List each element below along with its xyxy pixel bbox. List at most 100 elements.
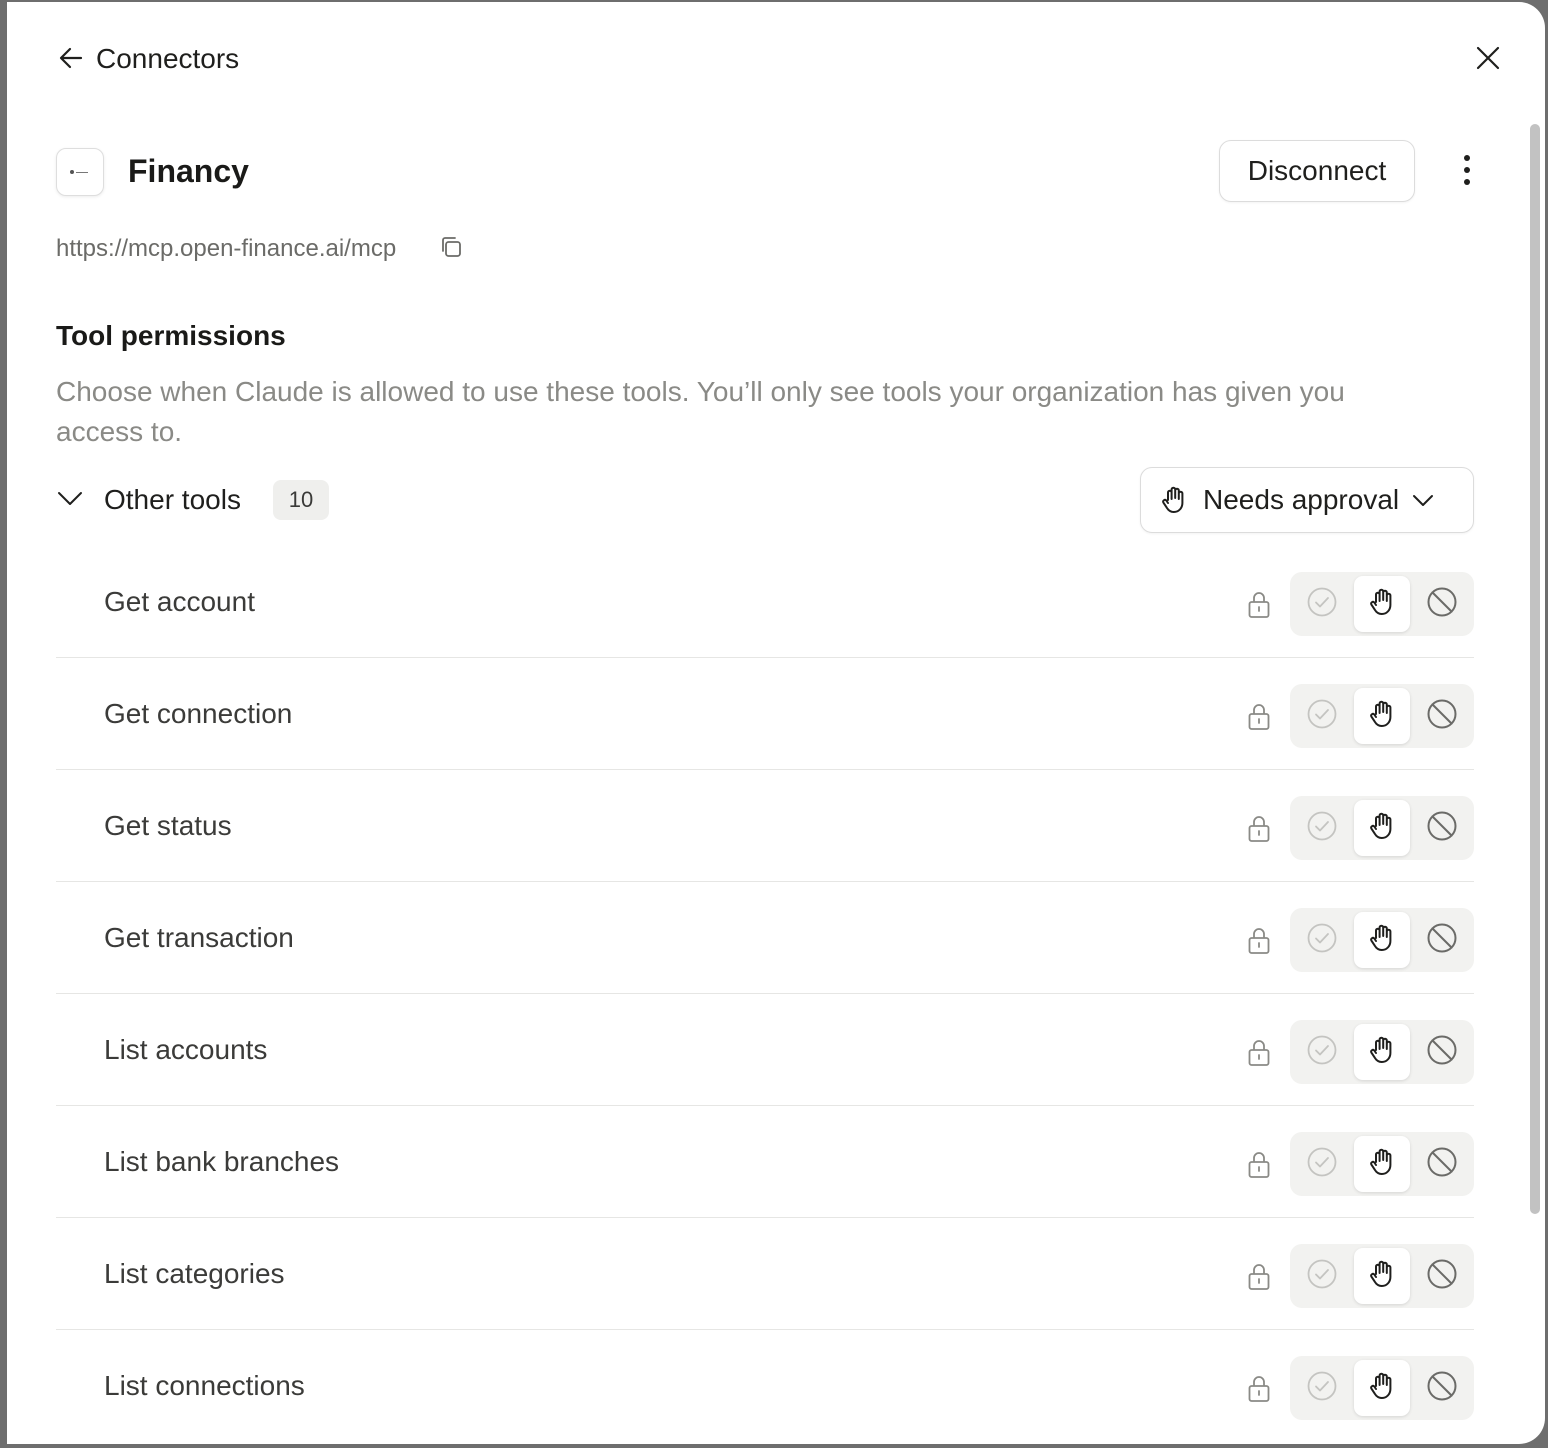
block-icon (1426, 1146, 1458, 1183)
needs-approval-button[interactable] (1354, 800, 1410, 856)
always-allow-button[interactable] (1294, 1248, 1350, 1304)
lock-icon (1246, 1038, 1272, 1068)
always-allow-button[interactable] (1294, 800, 1350, 856)
needs-approval-button[interactable] (1354, 1360, 1410, 1416)
lock-icon (1246, 590, 1272, 620)
tool-name: List connections (104, 1370, 305, 1401)
check-circle-icon (1306, 698, 1338, 735)
block-button[interactable] (1414, 1136, 1470, 1192)
block-icon (1426, 810, 1458, 847)
tool-name: Get transaction (104, 922, 294, 953)
block-icon (1426, 586, 1458, 623)
permission-segmented-control (1290, 1020, 1474, 1084)
block-button[interactable] (1414, 800, 1470, 856)
always-allow-button[interactable] (1294, 576, 1350, 632)
lock-icon (1246, 1150, 1272, 1180)
block-button[interactable] (1414, 576, 1470, 632)
always-allow-button[interactable] (1294, 1024, 1350, 1080)
tool-row: List categories (56, 1218, 1474, 1330)
check-circle-icon (1306, 1146, 1338, 1183)
permission-segmented-control (1290, 1356, 1474, 1420)
always-allow-button[interactable] (1294, 1136, 1350, 1192)
tool-row: Get status (56, 770, 1474, 882)
check-circle-icon (1306, 586, 1338, 623)
check-circle-icon (1306, 922, 1338, 959)
needs-approval-button[interactable] (1354, 688, 1410, 744)
tool-name: List categories (104, 1258, 285, 1289)
tool-permissions-description: Choose when Claude is allowed to use the… (56, 376, 1345, 447)
back-label[interactable]: Connectors (96, 43, 239, 75)
connector-logo (56, 148, 104, 196)
lock-icon (1246, 926, 1272, 956)
copy-icon (439, 235, 463, 264)
group-permission-value: Needs approval (1203, 484, 1400, 515)
lock-icon (1246, 702, 1272, 732)
needs-approval-button[interactable] (1354, 1024, 1410, 1080)
needs-approval-button[interactable] (1354, 912, 1410, 968)
always-allow-button[interactable] (1294, 1360, 1350, 1416)
chevron-down-icon (1411, 488, 1435, 512)
hand-icon (1366, 586, 1398, 623)
tool-name: List accounts (104, 1034, 268, 1065)
tool-row: Get connection (56, 658, 1474, 770)
hand-icon (1366, 1370, 1398, 1407)
scrollbar[interactable] (1530, 124, 1540, 1214)
scrollbar-thumb[interactable] (1530, 124, 1540, 1214)
hand-icon (1157, 483, 1191, 517)
hand-icon (1366, 1146, 1398, 1183)
group-label[interactable]: Other tools (104, 484, 241, 516)
hand-icon (1366, 1258, 1398, 1295)
block-button[interactable] (1414, 1248, 1470, 1304)
block-button[interactable] (1414, 1024, 1470, 1080)
copy-url-button[interactable] (437, 235, 465, 263)
permission-segmented-control (1290, 572, 1474, 636)
connector-url: https://mcp.open-finance.ai/mcp (56, 235, 397, 262)
disconnect-button[interactable]: Disconnect (1219, 140, 1415, 202)
block-icon (1426, 1034, 1458, 1071)
tool-name: List bank branches (104, 1146, 340, 1177)
tool-name: Get status (104, 810, 232, 841)
block-button[interactable] (1414, 912, 1470, 968)
block-icon (1426, 698, 1458, 735)
check-circle-icon (1306, 1258, 1338, 1295)
hand-icon (1366, 810, 1398, 847)
needs-approval-button[interactable] (1354, 576, 1410, 632)
arrow-left-icon (57, 44, 85, 77)
block-button[interactable] (1414, 688, 1470, 744)
needs-approval-button[interactable] (1354, 1136, 1410, 1192)
more-vertical-icon (1462, 154, 1472, 191)
block-icon (1426, 1370, 1458, 1407)
connector-name: Financy (128, 153, 249, 189)
tool-name: Get connection (104, 698, 293, 729)
close-icon (1475, 45, 1501, 76)
tool-name: Get account (104, 586, 255, 617)
tool-row: List bank branches (56, 1106, 1474, 1218)
check-circle-icon (1306, 810, 1338, 847)
block-icon (1426, 1258, 1458, 1295)
check-circle-icon (1306, 1370, 1338, 1407)
block-button[interactable] (1414, 1360, 1470, 1416)
always-allow-button[interactable] (1294, 912, 1350, 968)
tool-list: Get account Get connection Get status Ge… (56, 546, 1474, 1442)
more-options-button[interactable] (1449, 150, 1485, 194)
permission-segmented-control (1290, 684, 1474, 748)
block-icon (1426, 922, 1458, 959)
tool-row: Get transaction (56, 882, 1474, 994)
tool-row: List connections (56, 1330, 1474, 1442)
group-permission-select[interactable]: Needs approval (1140, 467, 1474, 533)
back-button[interactable] (53, 42, 89, 78)
connector-dialog: Connectors Financy Disconnect https://mc… (7, 2, 1545, 1444)
close-button[interactable] (1470, 42, 1506, 78)
tool-row: Get account (56, 546, 1474, 658)
always-allow-button[interactable] (1294, 688, 1350, 744)
hand-icon (1366, 1034, 1398, 1071)
permission-segmented-control (1290, 1244, 1474, 1308)
hand-icon (1366, 698, 1398, 735)
lock-icon (1246, 1262, 1272, 1292)
needs-approval-button[interactable] (1354, 1248, 1410, 1304)
permission-segmented-control (1290, 908, 1474, 972)
check-circle-icon (1306, 1034, 1338, 1071)
tool-row: List accounts (56, 994, 1474, 1106)
group-collapse-toggle[interactable] (55, 485, 85, 515)
permission-segmented-control (1290, 796, 1474, 860)
